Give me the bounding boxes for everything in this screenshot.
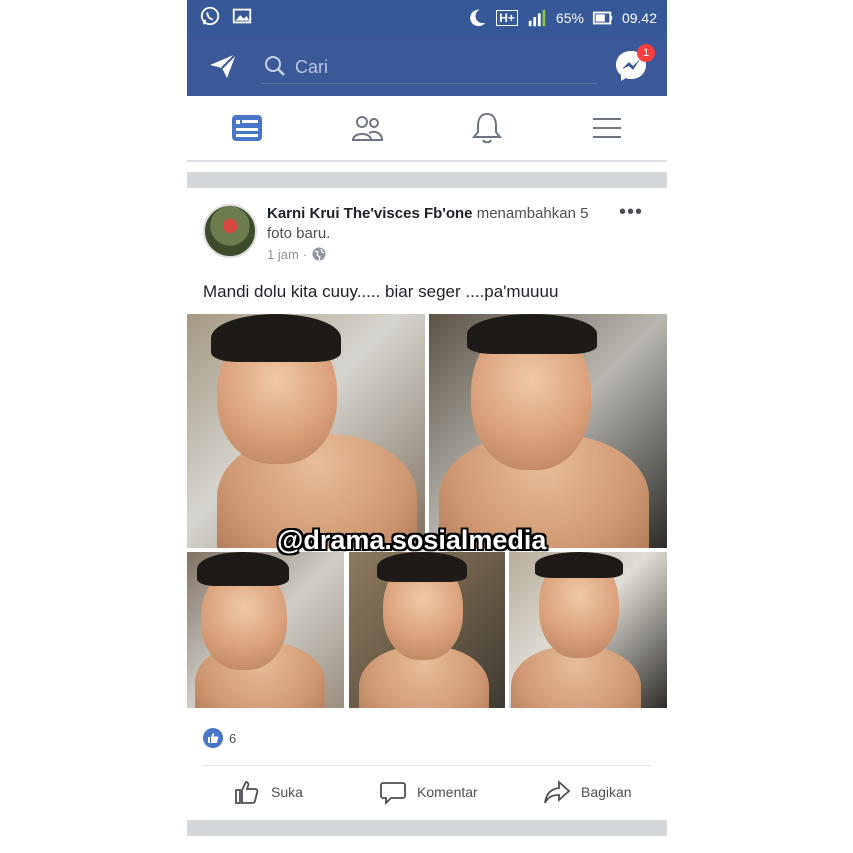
share-icon	[544, 779, 571, 804]
tab-friends[interactable]	[349, 110, 389, 150]
battery-percent: 65%	[555, 10, 584, 26]
facebook-app: H+ 65% 09.42 1	[187, 0, 667, 853]
comment-icon	[380, 782, 406, 806]
spacer	[187, 162, 667, 172]
search-icon	[265, 56, 285, 76]
share-label: Bagikan	[581, 784, 632, 800]
tab-menu[interactable]	[589, 110, 629, 150]
menu-icon	[593, 118, 621, 138]
search-bar[interactable]	[261, 50, 597, 84]
feed-separator-bottom	[187, 820, 667, 836]
post-photo-5[interactable]	[509, 552, 667, 708]
thumbs-up-icon	[235, 781, 259, 804]
tab-news-feed[interactable]	[229, 110, 269, 150]
post-photo-3[interactable]	[187, 552, 344, 708]
post-card: Karni Krui The'visces Fb'one menambahkan…	[187, 188, 667, 820]
tab-notifications[interactable]	[469, 110, 509, 150]
clock: 09.42	[621, 10, 657, 26]
feed-separator	[187, 172, 667, 188]
like-count: 6	[229, 730, 237, 746]
watermark-text: @drama.sosialmedia	[277, 525, 547, 555]
post-header: Karni Krui The'visces Fb'one menambahkan…	[267, 204, 607, 244]
whatsapp-icon	[200, 6, 220, 26]
avatar[interactable]	[203, 204, 257, 258]
post-photo-1[interactable]	[187, 314, 425, 548]
network-type: H+	[496, 10, 518, 26]
share-button[interactable]: Bagikan	[543, 778, 632, 806]
post-photo-4[interactable]	[349, 552, 505, 708]
reaction-summary[interactable]: 6	[203, 728, 236, 748]
meta-separator: ·	[302, 246, 308, 262]
globe-icon	[312, 247, 326, 261]
news-feed-icon	[232, 115, 262, 141]
notifications-icon	[471, 112, 503, 144]
action-divider	[203, 765, 651, 766]
post-meta: 1 jam ·	[267, 246, 327, 262]
messenger-badge: 1	[637, 44, 655, 62]
send-icon[interactable]	[207, 50, 239, 82]
author-name[interactable]: Karni Krui The'visces Fb'one	[267, 205, 473, 222]
more-options-button[interactable]: •••	[617, 202, 645, 224]
signal-icon	[528, 9, 546, 27]
like-label: Suka	[271, 784, 303, 800]
post-photo-2[interactable]	[429, 314, 667, 548]
moon-icon	[470, 9, 486, 27]
battery-icon	[592, 11, 613, 25]
next-post-card	[187, 836, 667, 853]
comment-label: Komentar	[417, 784, 478, 800]
post-time[interactable]: 1 jam	[267, 247, 299, 262]
post-caption: Mandi dolu kita cuuy..... biar seger ...…	[203, 282, 559, 301]
comment-button[interactable]: Komentar	[379, 778, 478, 806]
like-button[interactable]: Suka	[233, 778, 303, 806]
navigation-tabs	[187, 96, 667, 162]
friends-icon	[351, 116, 384, 141]
image-icon	[232, 8, 252, 24]
top-bar: 1	[187, 34, 667, 96]
status-bar: H+ 65% 09.42	[187, 0, 667, 34]
search-input[interactable]	[295, 54, 585, 80]
like-reaction-icon	[203, 728, 223, 748]
